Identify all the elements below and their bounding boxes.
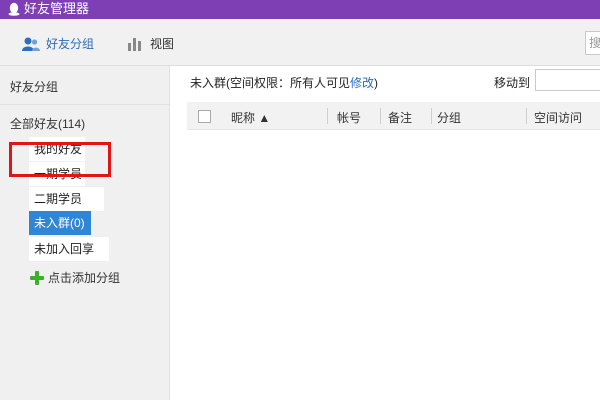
column-nickname[interactable]: 昵称 ▲: [231, 109, 270, 126]
toolbar: 好友分组 视图 搜: [0, 19, 600, 66]
sidebar-header: 好友分组: [10, 80, 59, 94]
column-account[interactable]: 帐号: [337, 109, 361, 126]
group-item-not-joined-huixiang[interactable]: 未加入回享: [29, 237, 109, 261]
column-remark[interactable]: 备注: [388, 109, 412, 126]
group-title: 未入群(空间权限：所有人可见: [190, 76, 350, 90]
all-friends-item[interactable]: 全部好友(114): [10, 115, 85, 132]
select-all-checkbox[interactable]: [198, 110, 211, 123]
column-divider: [380, 108, 381, 124]
highlight-box: [9, 142, 111, 177]
column-space-visits[interactable]: 空间访问: [534, 109, 582, 126]
plus-icon: [30, 270, 44, 285]
add-group-label: 点击添加分组: [48, 271, 121, 285]
view-button[interactable]: 视图: [128, 34, 174, 54]
window-title: 好友管理器: [24, 1, 90, 16]
group-title-suffix: ): [374, 76, 379, 90]
qq-penguin-icon: [8, 2, 20, 16]
column-group[interactable]: 分组: [437, 109, 461, 126]
friend-groups-button[interactable]: 好友分组: [22, 34, 94, 54]
bar-chart-icon: [128, 38, 141, 51]
move-to-select[interactable]: [535, 69, 600, 91]
move-to-label: 移动到: [494, 76, 531, 90]
view-label: 视图: [150, 37, 175, 51]
sidebar: 好友分组 全部好友(114) 我的好友 一期学员 二期学员 未入群(0) 未加入…: [0, 66, 170, 400]
group-item-not-joined[interactable]: 未入群(0): [29, 211, 91, 235]
search-input[interactable]: 搜: [585, 31, 600, 55]
users-icon: [22, 37, 40, 51]
friend-groups-label: 好友分组: [46, 37, 95, 51]
sidebar-divider: [0, 104, 170, 105]
title-bar: 好友管理器: [0, 0, 600, 19]
table-header: 昵称 ▲ 帐号 备注 分组 空间访问: [187, 102, 600, 130]
column-divider: [431, 108, 432, 124]
group-item-phase2-students[interactable]: 二期学员: [29, 187, 104, 211]
group-permission-header: 未入群(空间权限：所有人可见修改): [190, 74, 378, 91]
edit-permission-link[interactable]: 修改: [350, 76, 374, 90]
add-group-button[interactable]: 点击添加分组: [30, 269, 120, 286]
column-divider: [526, 108, 527, 124]
column-divider: [327, 108, 328, 124]
